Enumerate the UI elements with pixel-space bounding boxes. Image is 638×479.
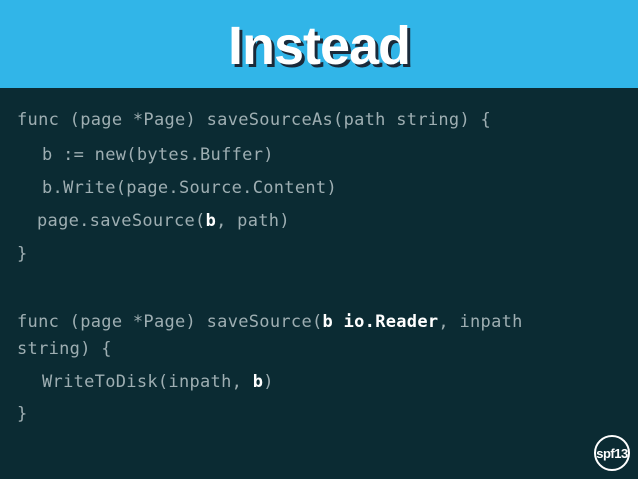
code-line: WriteToDisk(inpath, b) [42, 372, 274, 392]
code-line: } [17, 404, 28, 424]
code-highlight: b [205, 211, 217, 231]
code-line: } [17, 244, 28, 264]
code-line: func (page *Page) saveSourceAs(path stri… [17, 110, 492, 130]
slide-title: Instead [227, 16, 411, 76]
spf13-logo: spf13 [594, 435, 630, 471]
code-text: page.saveSource( [37, 211, 206, 231]
code-line: string) { [17, 339, 112, 359]
code-text: , path) [216, 211, 290, 231]
slide: Instead func (page *Page) saveSourceAs(p… [0, 0, 638, 479]
code-text: func (page *Page) saveSource( [17, 312, 323, 332]
code-line: b := new(bytes.Buffer) [42, 145, 274, 165]
logo-text: spf13 [596, 445, 628, 461]
code-highlight: b [252, 372, 264, 392]
code-text: WriteToDisk(inpath, [42, 372, 253, 392]
code-text: ) [263, 372, 274, 392]
title-bar: Instead [0, 0, 638, 88]
code-line: page.saveSource(b, path) [37, 211, 290, 231]
code-text: , inpath [438, 312, 523, 332]
code-highlight: b io.Reader [322, 312, 439, 332]
code-line: b.Write(page.Source.Content) [42, 178, 337, 198]
code-line: func (page *Page) saveSource(b io.Reader… [17, 312, 523, 332]
